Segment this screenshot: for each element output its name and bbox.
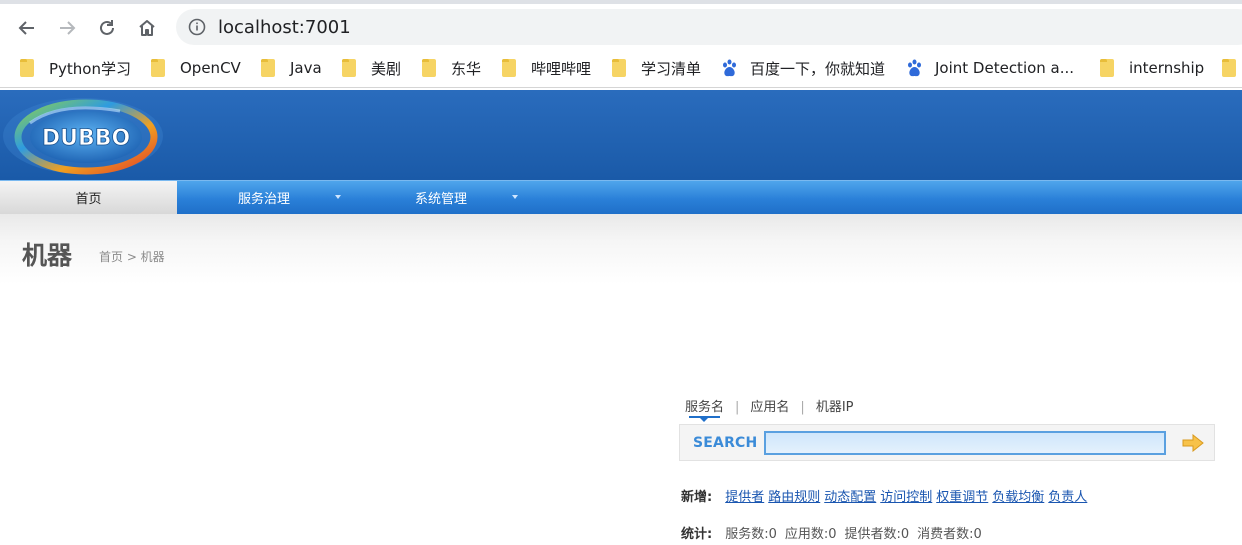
- bookmark-label: 学习清单: [641, 59, 702, 78]
- bookmark-meiju[interactable]: 美剧: [342, 57, 401, 79]
- quick-add-label: 新增:: [681, 490, 713, 505]
- reload-button[interactable]: [94, 15, 120, 41]
- app-header: DUBBO: [0, 90, 1242, 180]
- stat-consumers: 消费者数:0: [917, 527, 982, 542]
- bookmark-study-list[interactable]: 学习清单: [612, 57, 701, 79]
- baidu-paw-icon: [723, 59, 736, 77]
- browser-toolbar: localhost:7001: [0, 4, 1242, 48]
- folder-icon: [1222, 59, 1236, 77]
- bookmark-donghua[interactable]: 东华: [422, 57, 481, 79]
- bookmark-label: 东华: [451, 59, 482, 78]
- page-title: 机器: [22, 241, 73, 270]
- add-override-link[interactable]: 动态配置: [824, 490, 876, 505]
- bookmark-label: 哔哩哔哩: [531, 59, 592, 78]
- back-button[interactable]: [14, 15, 40, 41]
- back-arrow-icon: [18, 21, 34, 35]
- add-owner-link[interactable]: 负责人: [1048, 490, 1087, 505]
- bookmark-joint-detection[interactable]: Joint Detection a...: [906, 57, 1074, 79]
- folder-icon: [1100, 59, 1114, 77]
- tab-separator: |: [800, 400, 805, 415]
- menu-service-governance[interactable]: 服务治理: [238, 181, 290, 214]
- add-provider-link[interactable]: 提供者: [725, 490, 764, 505]
- chevron-down-icon[interactable]: [512, 195, 518, 199]
- page-title-bar: 机器 首页 > 机器: [0, 214, 1242, 284]
- folder-icon: [151, 59, 165, 77]
- stat-services: 服务数:0: [725, 527, 777, 542]
- menu-home[interactable]: 首页: [0, 181, 177, 214]
- chevron-down-icon[interactable]: [335, 195, 341, 199]
- bookmark-label: 百度一下，你就知道: [750, 59, 886, 78]
- quick-add-row: 新增: 提供者 路由规则 动态配置 访问控制 权重调节 负载均衡 负责人: [681, 486, 1091, 505]
- bookmark-label: OpenCV: [180, 59, 241, 77]
- stat-applications: 应用数:0: [784, 527, 837, 542]
- baidu-paw-icon: [908, 59, 921, 77]
- bookmark-label: 美剧: [371, 59, 402, 78]
- address-url[interactable]: localhost:7001: [218, 17, 351, 38]
- folder-icon: [612, 59, 626, 77]
- tab-app-name[interactable]: 应用名: [750, 396, 789, 415]
- logo-text: DUBBO: [42, 126, 130, 151]
- bookmark-java[interactable]: Java: [261, 57, 322, 79]
- forward-button[interactable]: [54, 15, 80, 41]
- folder-icon: [342, 59, 356, 77]
- add-route-link[interactable]: 路由规则: [768, 490, 820, 505]
- bookmark-overflow[interactable]: [1222, 57, 1242, 79]
- bookmark-label: Java: [290, 59, 322, 77]
- active-tab-pointer: [700, 418, 708, 422]
- info-icon[interactable]: [188, 18, 206, 36]
- bookmark-label: internship: [1129, 59, 1205, 77]
- menu-label: 服务治理: [238, 192, 291, 207]
- folder-icon: [20, 59, 34, 77]
- stats-row: 统计: 服务数:0 应用数:0 提供者数:0 消费者数:0: [681, 523, 990, 542]
- tab-machine-ip[interactable]: 机器IP: [816, 396, 854, 415]
- tab-separator: |: [735, 400, 740, 415]
- bookmark-bilibili[interactable]: 哔哩哔哩: [502, 57, 591, 79]
- folder-icon: [422, 59, 436, 77]
- address-bar[interactable]: localhost:7001: [176, 9, 1242, 45]
- search-type-tabs: 服务名 | 应用名 | 机器IP: [685, 396, 854, 415]
- search-panel: SEARCH: [679, 424, 1215, 461]
- folder-icon: [261, 59, 275, 77]
- breadcrumb[interactable]: 首页 > 机器: [99, 248, 165, 265]
- add-weight-link[interactable]: 权重调节: [936, 490, 988, 505]
- forward-arrow-icon: [60, 21, 76, 35]
- menu-label: 系统管理: [415, 192, 468, 207]
- bookmark-label: Joint Detection a...: [935, 59, 1075, 77]
- add-loadbalance-link[interactable]: 负载均衡: [992, 490, 1044, 505]
- bookmark-baidu[interactable]: 百度一下，你就知道: [721, 57, 885, 79]
- menu-system-admin[interactable]: 系统管理: [415, 181, 467, 214]
- bookmarks-bar: Python学习 OpenCV Java 美剧 东华 哔哩哔哩 学习清单 百度一…: [0, 48, 1242, 88]
- home-button[interactable]: [134, 15, 160, 41]
- main-menu: 首页 服务治理 系统管理: [0, 180, 1242, 214]
- folder-icon: [502, 59, 516, 77]
- bookmark-python[interactable]: Python学习: [20, 57, 131, 79]
- home-icon: [139, 20, 155, 36]
- search-input[interactable]: [764, 431, 1166, 455]
- stats-label: 统计:: [681, 527, 713, 542]
- add-access-link[interactable]: 访问控制: [880, 490, 932, 505]
- tab-service-name[interactable]: 服务名: [685, 396, 724, 415]
- bookmark-label: Python学习: [49, 59, 131, 78]
- search-label: SEARCH: [693, 435, 758, 451]
- arrow-right-icon[interactable]: [1182, 434, 1204, 452]
- dubbo-logo[interactable]: DUBBO: [0, 93, 166, 179]
- stat-providers: 提供者数:0: [844, 527, 910, 542]
- bookmark-opencv[interactable]: OpenCV: [151, 57, 241, 79]
- reload-icon: [100, 20, 114, 35]
- bookmark-internship[interactable]: internship: [1100, 57, 1204, 79]
